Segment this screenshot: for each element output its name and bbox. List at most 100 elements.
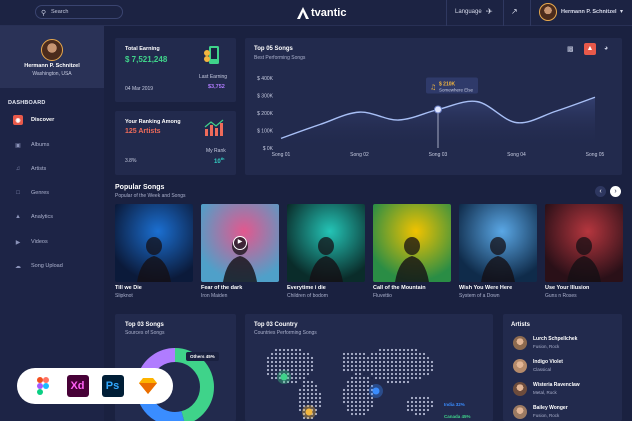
sidebar-item-genres[interactable]: □ Genres [0,185,104,201]
map-dot [302,368,306,372]
album-icon: ▣ [15,142,21,149]
map-dot [414,356,418,360]
map-dot [418,368,422,372]
mic-icon: ♫ [15,166,21,172]
map-dot [286,352,290,356]
song-cover[interactable]: ▶ [201,204,279,282]
map-dot [422,408,426,412]
sidebar-item-song-upload[interactable]: ☁ Song Upload [0,258,104,274]
song-title[interactable]: Wish You Were Here [459,285,512,291]
map-dot [306,400,310,404]
search-input[interactable]: ⚲ Search [35,5,123,19]
map-highlight-orange[interactable] [305,408,313,416]
map-dot [398,364,402,368]
song-title[interactable]: Use Your Illusion [545,285,589,291]
upload-icon: ☁ [15,263,21,270]
map-dot [306,388,310,392]
map-dot [354,404,358,408]
map-dot [406,372,410,376]
map-dot [310,384,314,388]
map-dot [394,352,398,356]
map-dot [298,360,302,364]
artist-row[interactable]: Wisteria Ravenclaw Metal, Rock [513,380,623,400]
map-dot [366,384,370,388]
map-dot [346,356,350,360]
map-dot [294,364,298,368]
song-cover[interactable] [373,204,451,282]
map-dot [294,348,298,352]
artist-genre: Fusion, Rock [533,413,560,418]
map-dot [294,380,298,384]
song-title[interactable]: Everytime i die [287,285,326,291]
map-dot [414,372,418,376]
artist-genre: Fusion, Rock [533,344,560,349]
sidebar-item-videos[interactable]: ▶ Videos [0,234,104,250]
artist-row[interactable]: Bailey Wonger Fusion, Rock [513,403,623,421]
map-dot [374,352,378,356]
map-dot [374,360,378,364]
header-user-name[interactable]: Hermann P. Schnitzel [561,9,617,15]
logo[interactable]: tvantic [296,5,346,21]
donut-label: Others 45% [186,352,219,361]
performer-silhouette [395,237,429,282]
profile-location: Washington, USA [32,71,72,77]
song-title[interactable]: Fear of the dark [201,285,242,291]
map-dot [426,400,430,404]
sidebar-item-discover[interactable]: ◉ Discover [0,112,104,128]
map-dot [414,400,418,404]
map-dot [266,360,270,364]
next-arrow-button[interactable]: › [610,186,621,197]
map-dot [286,368,290,372]
language-label[interactable]: Language [455,9,482,15]
sidebar-item-artists[interactable]: ♫ Artists [0,161,104,177]
map-dot [406,400,410,404]
map-dot [382,352,386,356]
map-dot [422,352,426,356]
map-dot [414,376,418,380]
map-dot [314,392,318,396]
song-title[interactable]: Call of the Mountain [373,285,426,291]
header-avatar[interactable] [539,3,557,21]
map-dot [366,404,370,408]
artist-row[interactable]: Lurch Schpellchek Fusion, Rock [513,334,623,354]
data-point[interactable] [434,105,442,114]
map-dot [306,380,310,384]
map-dot [406,360,410,364]
chevron-down-icon[interactable]: ▾ [620,8,623,15]
map-dot [382,364,386,368]
y-tick-label: $ 400K [257,76,274,82]
song-cover[interactable] [115,204,193,282]
map-dot [422,412,426,416]
map-dot [362,356,366,360]
map-dot [366,360,370,364]
map-dot [370,352,374,356]
map-dot [282,360,286,364]
song-cover[interactable] [545,204,623,282]
artist-row[interactable]: Indigo Violet Classical [513,357,623,377]
map-dot [298,352,302,356]
language-icon[interactable]: ✈ [486,7,493,16]
sidebar-item-albums[interactable]: ▣ Albums [0,137,104,153]
artist-name: Wisteria Ravenclaw [533,382,580,388]
previous-arrow-button[interactable]: ‹ [595,186,606,197]
map-dot [350,380,354,384]
play-icon[interactable]: ▶ [233,236,247,250]
song-cover[interactable] [459,204,537,282]
x-tick-label: Song 03 [429,152,448,158]
song-title[interactable]: Till we Die [115,285,142,291]
map-highlight-blue[interactable] [372,387,380,395]
sidebar-item-analytics[interactable]: ▲ Analytics [0,209,104,225]
map-dot [370,368,374,372]
map-dot [350,360,354,364]
map-dot [414,368,418,372]
profile-avatar[interactable] [41,39,63,61]
legend-india: India 32% [444,402,465,407]
share-icon[interactable]: ↗ [511,7,518,16]
map-dot [346,364,350,368]
map-dot [290,352,294,356]
map-dot [350,388,354,392]
map-dot [270,368,274,372]
performer-silhouette [309,237,343,282]
map-highlight-green[interactable] [280,373,288,381]
song-cover[interactable] [287,204,365,282]
